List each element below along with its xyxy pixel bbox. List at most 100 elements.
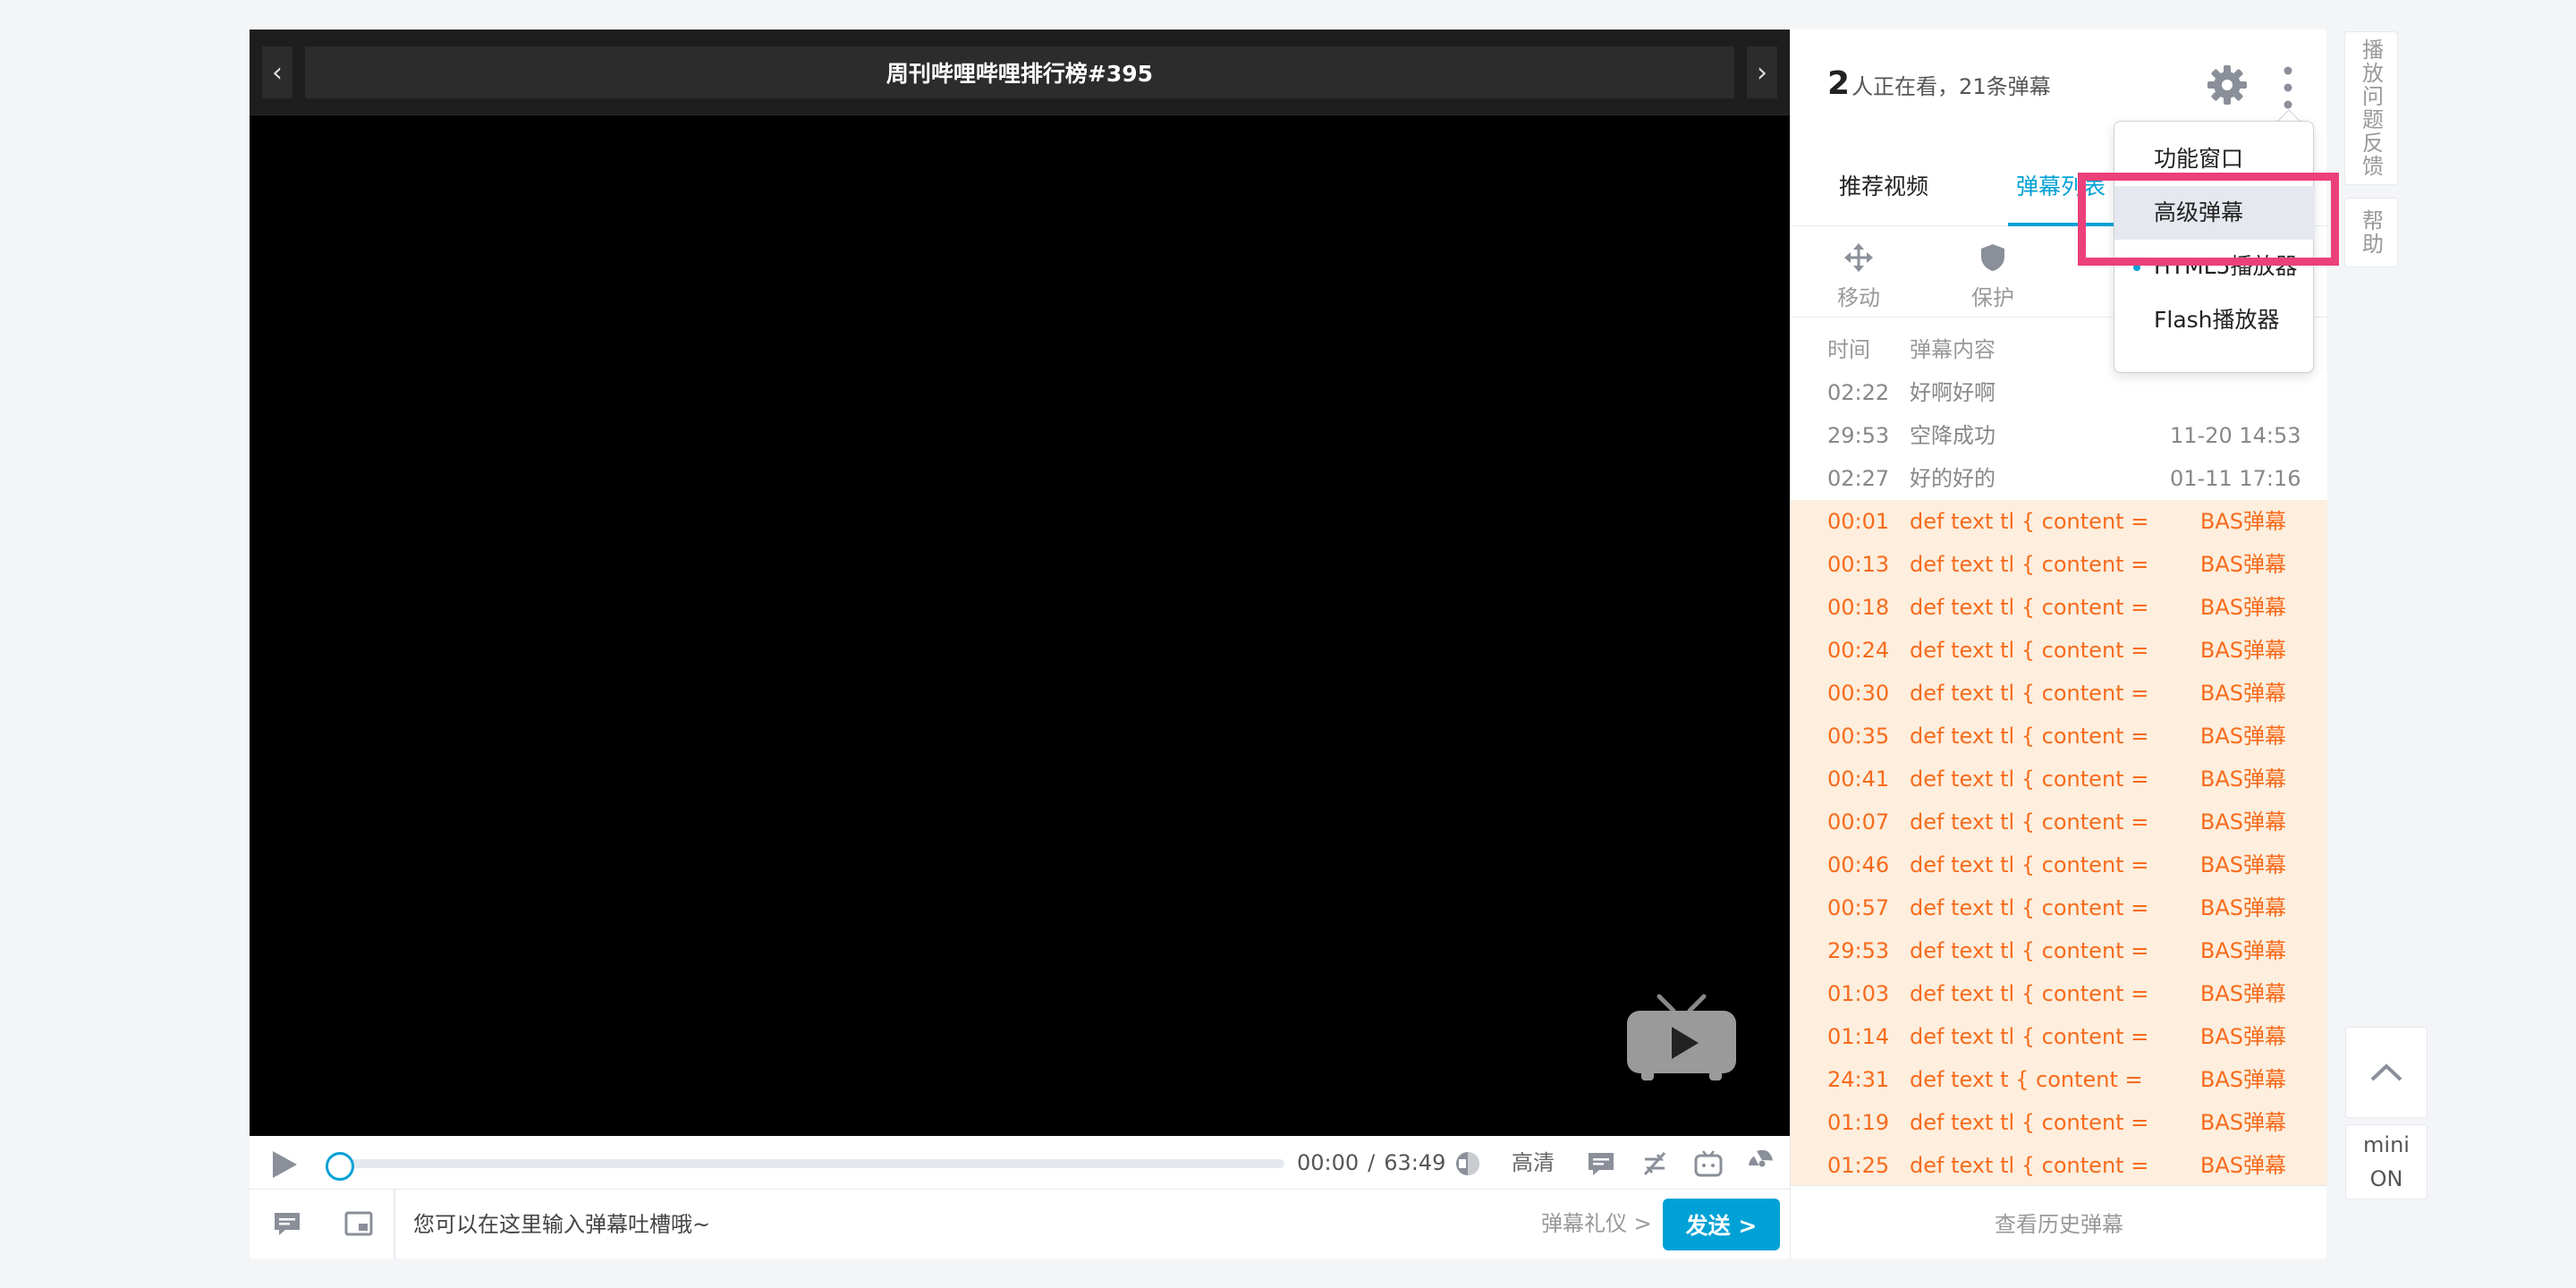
row-date: BAS弹幕	[2199, 809, 2286, 835]
tab-recommend-videos[interactable]: 推荐视频	[1839, 169, 1928, 201]
row-date: BAS弹幕	[2199, 1153, 2286, 1178]
row-content: def text t { content = "…	[1910, 1067, 2147, 1092]
mini-label: mini	[2363, 1132, 2410, 1157]
back-to-top-button[interactable]	[2345, 1027, 2428, 1118]
row-date: 01-11 17:16	[2170, 466, 2301, 491]
gear-icon[interactable]	[2206, 64, 2249, 106]
row-date: BAS弹幕	[2199, 1110, 2286, 1135]
danmaku-settings-icon[interactable]	[1586, 1148, 1616, 1179]
radiation-icon[interactable]	[1747, 1148, 1777, 1179]
row-content: def text tl { content = "描	[1910, 852, 2147, 877]
row-content: def text tl { content = "a	[1910, 981, 2147, 1006]
row-content: def text tl { content = "s	[1910, 895, 2147, 920]
viewer-text: 人正在看，21条弹幕	[1852, 74, 2051, 99]
mini-player-toggle[interactable]: mini ON	[2345, 1124, 2428, 1199]
move-tool-button[interactable]: 移动	[1823, 242, 1894, 311]
row-time: 00:07	[1827, 809, 1890, 835]
danmaku-row[interactable]: 00:07 def text tl { content = "文 BAS弹幕	[1791, 801, 2327, 843]
current-time: 00:00	[1297, 1150, 1360, 1175]
danmaku-mode-icon[interactable]	[343, 1208, 375, 1240]
row-content: def text tl { content = "字	[1910, 1153, 2147, 1178]
header-content: 弹幕内容	[1910, 337, 1996, 362]
video-player: ‹ 周刊哔哩哔哩排行榜#395 › 00:00 / 63:49 高清 您可以在这…	[250, 30, 1791, 1258]
danmaku-row[interactable]: 29:53 def text tl { content = "s BAS弹幕	[1791, 929, 2327, 972]
danmaku-row[interactable]: 00:30 def text tl { content = "层 BAS弹幕	[1791, 672, 2327, 715]
row-time: 00:30	[1827, 681, 1890, 706]
danmaku-row[interactable]: 00:46 def text tl { content = "描 BAS弹幕	[1791, 843, 2327, 886]
loop-off-icon[interactable]	[1640, 1148, 1670, 1179]
bilibili-tv-play-icon[interactable]	[1625, 993, 1738, 1082]
row-date: BAS弹幕	[2199, 1067, 2286, 1092]
row-content: def text tl { content = "层	[1910, 681, 2147, 706]
danmaku-row[interactable]: 00:13 def text tl { content = "位 BAS弹幕	[1791, 543, 2327, 586]
danmaku-row[interactable]: 00:57 def text tl { content = "s BAS弹幕	[1791, 886, 2327, 929]
row-content: def text tl { content = "位	[1910, 552, 2147, 577]
danmaku-list[interactable]: 02:22 好啊好啊 29:53 空降成功 11-20 14:53 02:27 好的好的 01…	[1791, 371, 2327, 1185]
row-content: 好的好的	[1910, 466, 1996, 491]
row-time: 00:24	[1827, 638, 1890, 663]
progress-knob[interactable]	[326, 1152, 354, 1181]
viewer-count: 2	[1827, 65, 1851, 102]
row-time: 02:22	[1827, 380, 1890, 405]
play-icon[interactable]	[267, 1148, 300, 1181]
danmaku-row[interactable]: 01:14 def text tl { content = "并 BAS弹幕	[1791, 1015, 2327, 1058]
next-video-button[interactable]: ›	[1747, 47, 1777, 98]
mini-state: ON	[2369, 1166, 2403, 1191]
danmaku-row[interactable]: 01:03 def text tl { content = "a BAS弹幕	[1791, 972, 2327, 1015]
row-time: 01:03	[1827, 981, 1890, 1006]
row-time: 00:46	[1827, 852, 1890, 877]
row-date: BAS弹幕	[2199, 552, 2286, 577]
danmaku-row[interactable]: 00:18 def text tl { content = "透 BAS弹幕	[1791, 586, 2327, 629]
row-date: BAS弹幕	[2199, 724, 2286, 749]
row-content: def text tl { content = "旋	[1910, 724, 2147, 749]
time-display: 00:00 / 63:49	[1297, 1148, 1445, 1177]
danmaku-row[interactable]: 02:22 好啊好啊	[1791, 371, 2327, 414]
danmaku-row[interactable]: 00:41 def text tl { content = "所 BAS弹幕	[1791, 758, 2327, 801]
row-time: 24:31	[1827, 1067, 1890, 1092]
prev-video-button[interactable]: ‹	[262, 47, 292, 98]
row-time: 01:14	[1827, 1024, 1890, 1049]
total-time: 63:49	[1384, 1150, 1446, 1175]
danmaku-etiquette-link[interactable]: 弹幕礼仪 >	[1541, 1209, 1652, 1238]
title-bar: ‹ 周刊哔哩哔哩排行榜#395 ›	[250, 30, 1790, 115]
video-screen[interactable]: ‹ 周刊哔哩哔哩排行榜#395 ›	[250, 30, 1790, 1136]
row-content: def text tl { content = "p	[1910, 1110, 2147, 1135]
send-button[interactable]: 发送 >	[1663, 1199, 1780, 1250]
playback-feedback-tab[interactable]: 播放问题反馈	[2344, 31, 2398, 185]
view-history-button[interactable]: 查看历史弹幕	[1791, 1185, 2327, 1258]
row-content: def text tl { content = "并	[1910, 1024, 2147, 1049]
video-title: 周刊哔哩哔哩排行榜#395	[305, 47, 1734, 98]
danmaku-row[interactable]: 00:35 def text tl { content = "旋 BAS弹幕	[1791, 715, 2327, 758]
row-content: def text tl { content = "文	[1910, 809, 2147, 835]
help-tab[interactable]: 帮助	[2344, 198, 2398, 267]
danmaku-row[interactable]: 00:24 def text tl { content = "颜 BAS弹幕	[1791, 629, 2327, 672]
danmaku-row[interactable]: 01:25 def text tl { content = "字 BAS弹幕	[1791, 1144, 2327, 1185]
danmaku-row[interactable]: 00:01 def text tl { content = "左 BAS弹幕	[1791, 500, 2327, 543]
row-content: 好啊好啊	[1910, 380, 1996, 405]
danmaku-row[interactable]: 01:19 def text tl { content = "p BAS弹幕	[1791, 1101, 2327, 1144]
row-content: def text tl { content = "透	[1910, 595, 2147, 620]
row-time: 01:19	[1827, 1110, 1890, 1135]
chevron-up-icon	[2370, 1063, 2402, 1081]
row-date: BAS弹幕	[2199, 981, 2286, 1006]
row-time: 02:27	[1827, 466, 1890, 491]
quality-selector[interactable]: 高清	[1512, 1148, 1555, 1177]
danmaku-row[interactable]: 29:53 空降成功 11-20 14:53	[1791, 414, 2327, 457]
row-content: 空降成功	[1910, 423, 1996, 448]
danmaku-row[interactable]: 02:27 好的好的 01-11 17:16	[1791, 457, 2327, 500]
row-date: BAS弹幕	[2199, 767, 2286, 792]
row-date: 11-20 14:53	[2170, 423, 2301, 448]
progress-bar[interactable]	[330, 1159, 1284, 1168]
menu-item-flash-player[interactable]: Flash播放器	[2114, 293, 2315, 347]
protect-tool-button[interactable]: 保护	[1957, 242, 2029, 311]
move-icon	[1844, 243, 1873, 272]
danmaku-style-icon[interactable]	[271, 1208, 303, 1240]
row-content: def text tl { content = "左	[1910, 509, 2147, 534]
row-date: BAS弹幕	[2199, 852, 2286, 877]
row-content: def text tl { content = "颜	[1910, 638, 2147, 663]
bilibili-tv-icon[interactable]	[1693, 1148, 1724, 1179]
volume-icon[interactable]	[1453, 1148, 1483, 1179]
header-time: 时间	[1827, 337, 1870, 362]
danmaku-row[interactable]: 24:31 def text t { content = "… BAS弹幕	[1791, 1058, 2327, 1101]
more-options-icon[interactable]	[2282, 65, 2294, 110]
